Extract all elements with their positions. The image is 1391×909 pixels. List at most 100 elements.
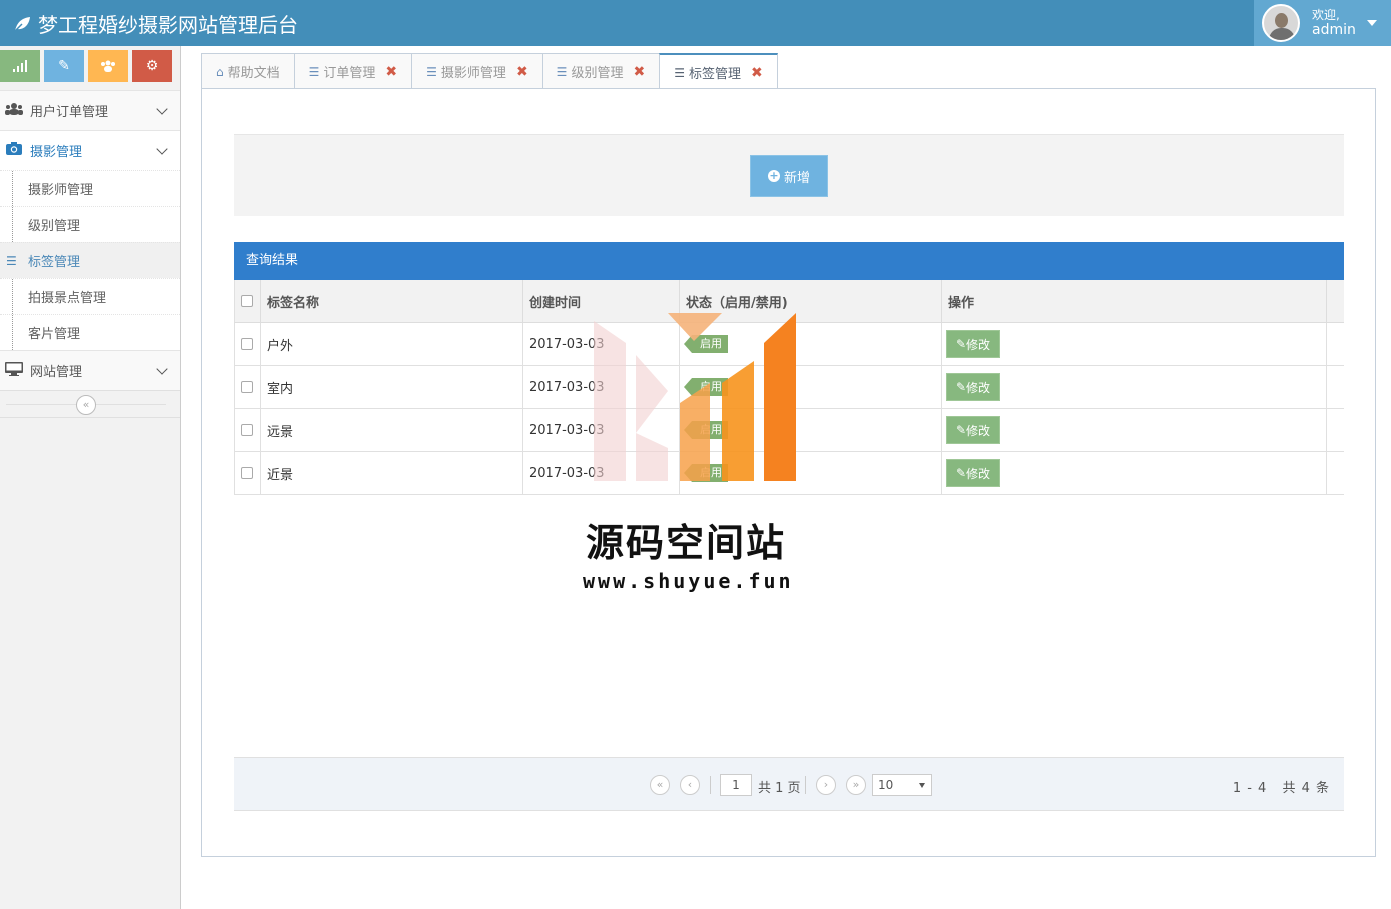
row-checkbox[interactable] <box>241 424 253 436</box>
pencil-icon: ✎ <box>58 58 70 74</box>
edit-icon: ✎ <box>955 466 967 480</box>
tab-help[interactable]: ⌂ 帮助文档 <box>201 53 295 89</box>
sidebar-item-tags[interactable]: ☰ 标签管理 <box>0 242 180 278</box>
users-icon <box>4 102 24 119</box>
nav-photography[interactable]: 摄影管理 <box>0 130 180 170</box>
last-page-button[interactable]: » <box>846 775 866 795</box>
tab-levels[interactable]: ☰ 级别管理 ✖ <box>541 53 661 89</box>
results-title: 查询结果 <box>234 242 1344 280</box>
record-range: 1 - 4 共 4 条 <box>1233 777 1330 796</box>
edit-button[interactable]: ✎ 修改 <box>946 330 1000 358</box>
edit-button[interactable]: ✎ 修改 <box>946 416 1000 444</box>
select-all-checkbox[interactable] <box>241 295 253 307</box>
sliders-icon: ☰ <box>308 64 320 79</box>
range-text: 1 - 4 <box>1232 781 1268 796</box>
row-checkbox[interactable] <box>241 467 253 479</box>
row-checkbox[interactable] <box>241 338 253 350</box>
tab-label: 摄影师管理 <box>440 66 506 81</box>
collapse-sidebar-button[interactable]: « <box>76 395 96 415</box>
add-button[interactable]: + 新增 <box>750 155 828 197</box>
username: admin <box>1312 22 1356 38</box>
tag-name: 室内 <box>261 366 523 408</box>
edit-button[interactable]: ✎ 修改 <box>946 373 1000 401</box>
desktop-icon <box>4 361 24 380</box>
prev-page-button[interactable]: ‹ <box>680 775 700 795</box>
sidebar-collapse-bar: « <box>0 390 180 418</box>
total-pages-label: 共 1 页 <box>758 781 801 796</box>
nav-user-orders[interactable]: 用户订单管理 <box>0 90 180 130</box>
chevron-right-icon: › <box>823 778 829 791</box>
welcome-text: 欢迎, <box>1312 8 1340 22</box>
app-title: 梦工程婚纱摄影网站管理后台 <box>38 13 298 37</box>
sidebar-shortcuts: ✎ ⚙ <box>0 46 180 90</box>
page-number-input[interactable]: 1 <box>720 774 752 796</box>
sidebar: ✎ ⚙ 用户订单管理 摄影管理 摄影师管理 级别管理 ☰ 标签管理 拍摄景点管理… <box>0 46 181 909</box>
tab-bar: ⌂ 帮助文档 ☰ 订单管理 ✖ ☰ 摄影师管理 ✖ ☰ 级别管理 ✖ ☰ 标签管… <box>201 53 778 90</box>
nav-label: 网站管理 <box>30 365 83 380</box>
close-icon[interactable]: ✖ <box>385 64 397 80</box>
sub-label: 拍摄景点管理 <box>28 291 107 306</box>
chevron-down-icon <box>156 103 168 115</box>
watermark-title: 源码空间站 <box>586 521 787 565</box>
total-text: 共 4 条 <box>1282 781 1330 796</box>
edit-icon: ✎ <box>955 380 967 394</box>
shortcut-signal-button[interactable] <box>0 50 40 82</box>
sub-label: 级别管理 <box>28 219 81 234</box>
sidebar-item-locations[interactable]: 拍摄景点管理 <box>0 278 180 314</box>
home-icon: ⌂ <box>216 64 224 79</box>
avatar <box>1262 4 1300 42</box>
tab-label: 订单管理 <box>323 66 376 81</box>
close-icon[interactable]: ✖ <box>751 65 763 81</box>
column-header-name[interactable]: 标签名称 <box>261 280 523 322</box>
pager-divider <box>805 776 806 794</box>
edit-label: 修改 <box>966 380 991 395</box>
sidebar-item-photographers[interactable]: 摄影师管理 <box>0 170 180 206</box>
shortcut-group-button[interactable] <box>88 50 128 82</box>
pagination-bar: « ‹ 1 共 1 页 › » 10 1 - 4 共 4 条 <box>234 757 1344 811</box>
column-header-action: 操作 <box>942 280 1327 322</box>
sliders-icon: ☰ <box>6 254 17 268</box>
double-right-icon: » <box>852 778 860 791</box>
watermark-logo <box>594 313 796 481</box>
tab-tags[interactable]: ☰ 标签管理 ✖ <box>659 53 778 90</box>
shortcut-cogs-button[interactable]: ⚙ <box>132 50 172 82</box>
chevron-left-icon: ‹ <box>687 778 693 791</box>
sliders-icon: ☰ <box>556 64 568 79</box>
caret-down-icon <box>1367 20 1377 26</box>
leaf-icon <box>13 16 30 33</box>
edit-label: 修改 <box>966 337 991 352</box>
tab-photographers[interactable]: ☰ 摄影师管理 ✖ <box>411 53 543 89</box>
shortcut-pencil-button[interactable]: ✎ <box>44 50 84 82</box>
row-checkbox[interactable] <box>241 381 253 393</box>
plus-circle-icon: + <box>767 169 780 182</box>
edit-button[interactable]: ✎ 修改 <box>946 459 1000 487</box>
brand[interactable]: 梦工程婚纱摄影网站管理后台 <box>12 9 298 38</box>
sidebar-item-client-photos[interactable]: 客片管理 <box>0 314 180 350</box>
nav-label: 用户订单管理 <box>30 105 109 120</box>
action-toolbar: + 新增 <box>234 134 1344 216</box>
sidebar-item-levels[interactable]: 级别管理 <box>0 206 180 242</box>
close-icon[interactable]: ✖ <box>633 64 645 80</box>
select-all-cell <box>235 280 261 322</box>
add-label: 新增 <box>783 170 810 186</box>
tab-label: 标签管理 <box>688 67 741 82</box>
edit-icon: ✎ <box>955 423 967 437</box>
sub-label: 摄影师管理 <box>28 183 94 198</box>
tag-name: 户外 <box>261 323 523 365</box>
double-left-icon: « <box>82 398 90 411</box>
edit-label: 修改 <box>966 466 991 481</box>
close-icon[interactable]: ✖ <box>516 64 528 80</box>
cogs-icon: ⚙ <box>145 58 159 74</box>
next-page-button[interactable]: › <box>816 775 836 795</box>
page-size-select[interactable]: 10 <box>872 774 932 796</box>
page-size-value: 10 <box>878 778 894 792</box>
first-page-button[interactable]: « <box>650 775 670 795</box>
group-icon <box>101 60 115 72</box>
nav-website[interactable]: 网站管理 <box>0 350 180 390</box>
double-left-icon: « <box>656 778 664 791</box>
nav-label: 摄影管理 <box>30 145 83 160</box>
scrollbar-gutter <box>1327 280 1344 322</box>
sliders-icon: ☰ <box>674 65 685 80</box>
tab-orders[interactable]: ☰ 订单管理 ✖ <box>293 53 413 89</box>
user-menu[interactable]: 欢迎, admin <box>1254 0 1391 46</box>
